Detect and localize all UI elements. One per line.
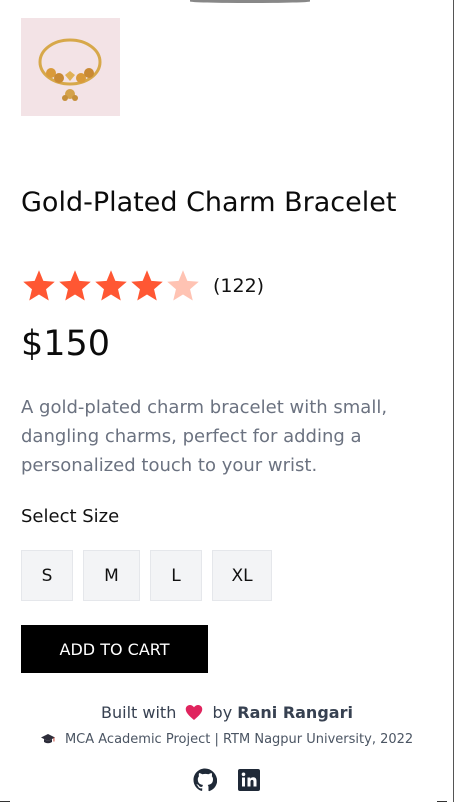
built-by: by — [212, 703, 233, 722]
rating-stars — [21, 268, 201, 304]
academic-line: MCA Academic Project | RTM Nagpur Univer… — [0, 732, 454, 749]
star-empty-icon — [167, 270, 199, 301]
github-icon[interactable] — [193, 768, 218, 792]
product-rating: (122) — [21, 268, 264, 304]
size-option-m[interactable]: M — [83, 550, 140, 601]
built-prefix: Built with — [101, 703, 177, 722]
graduation-cap-icon — [40, 733, 55, 749]
size-options: S M L XL — [21, 550, 282, 601]
star-filled-icon — [95, 270, 127, 301]
heart-icon — [185, 704, 203, 725]
academic-text: MCA Academic Project | RTM Nagpur Univer… — [64, 732, 414, 747]
previous-image-edge — [190, 0, 310, 3]
bracelet-image — [21, 18, 120, 116]
social-links — [193, 768, 281, 792]
product-thumbnail[interactable] — [21, 18, 120, 116]
size-label: Select Size — [21, 506, 120, 527]
built-with-line: Built with by Rani Rangari — [0, 703, 454, 725]
product-title: Gold-Plated Charm Bracelet — [21, 187, 397, 218]
add-to-cart-button[interactable]: ADD TO CART — [21, 625, 208, 673]
linkedin-icon[interactable] — [237, 768, 261, 792]
product-price: $150 — [21, 324, 111, 364]
size-option-l[interactable]: L — [150, 550, 202, 601]
size-option-xl[interactable]: XL — [212, 550, 272, 601]
size-option-s[interactable]: S — [21, 550, 73, 601]
star-filled-icon — [59, 270, 91, 301]
star-filled-icon — [131, 270, 163, 301]
star-filled-icon — [23, 270, 55, 301]
rating-count: (122) — [213, 275, 265, 297]
author-name[interactable]: Rani Rangari — [237, 703, 353, 722]
product-description: A gold-plated charm bracelet with small,… — [21, 397, 388, 476]
product-page: Gold-Plated Charm Bracelet (122) $150 A … — [0, 0, 454, 802]
